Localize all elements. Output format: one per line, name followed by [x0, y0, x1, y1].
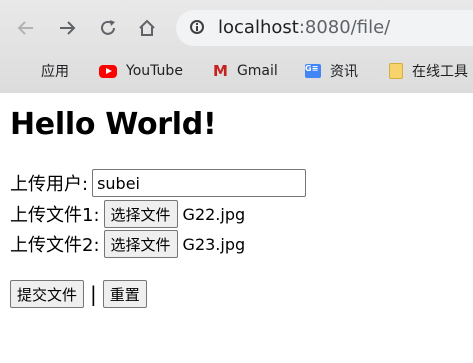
user-label: 上传用户: — [10, 174, 89, 195]
home-icon — [139, 19, 155, 36]
bookmarks-bar: 应用 YouTube M Gmail G≡ 资讯 在线工具 — [0, 56, 473, 86]
url-path: :8080/file/ — [298, 17, 391, 38]
home-button[interactable] — [133, 14, 161, 42]
file1-name: G22.jpg — [182, 204, 246, 224]
folder-icon — [389, 63, 403, 79]
bookmark-gmail[interactable]: M Gmail — [213, 60, 278, 82]
bookmark-label: 应用 — [41, 64, 69, 80]
url-host: localhost — [218, 17, 299, 38]
back-arrow-icon — [17, 21, 33, 35]
reload-button[interactable] — [94, 14, 122, 42]
file1-row: 上传文件1: 选择文件 G22.jpg — [10, 200, 246, 228]
file1-choose-button[interactable]: 选择文件 — [103, 200, 178, 228]
back-button[interactable] — [12, 14, 40, 42]
file2-label: 上传文件2: — [10, 235, 100, 256]
file2-choose-button[interactable]: 选择文件 — [103, 230, 178, 258]
submit-button[interactable]: 提交文件 — [10, 280, 85, 308]
page-title: Hello World! — [10, 107, 217, 142]
forward-arrow-icon — [60, 21, 76, 35]
site-info-icon[interactable] — [190, 20, 204, 34]
bookmark-label: Gmail — [236, 63, 278, 79]
forward-button[interactable] — [53, 14, 81, 42]
bookmark-label: 资讯 — [330, 64, 358, 80]
gmail-icon: M — [213, 62, 228, 80]
bookmark-youtube[interactable]: YouTube — [99, 60, 183, 82]
youtube-icon — [99, 64, 117, 78]
button-separator: | — [90, 282, 97, 306]
user-row: 上传用户: — [10, 169, 307, 197]
browser-chrome: localhost:8080/file/ 应用 YouTube M Gmail … — [0, 0, 473, 93]
bookmark-online-tools[interactable]: 在线工具 — [389, 60, 468, 82]
news-icon: G≡ — [305, 64, 321, 78]
file2-row: 上传文件2: 选择文件 G23.jpg — [10, 230, 246, 258]
address-text[interactable]: localhost:8080/file/ — [218, 17, 390, 38]
user-input[interactable] — [92, 169, 307, 197]
file2-name: G23.jpg — [182, 234, 246, 254]
actions-row: 提交文件 | 重置 — [10, 280, 147, 308]
reload-icon — [101, 20, 115, 35]
bookmark-apps[interactable]: 应用 — [18, 60, 69, 82]
apps-grid-icon — [18, 64, 32, 78]
bookmark-label: YouTube — [126, 63, 183, 79]
file1-label: 上传文件1: — [10, 205, 100, 226]
bookmark-label: 在线工具 — [412, 64, 468, 80]
reset-button[interactable]: 重置 — [102, 280, 147, 308]
bookmark-news[interactable]: G≡ 资讯 — [305, 60, 358, 82]
